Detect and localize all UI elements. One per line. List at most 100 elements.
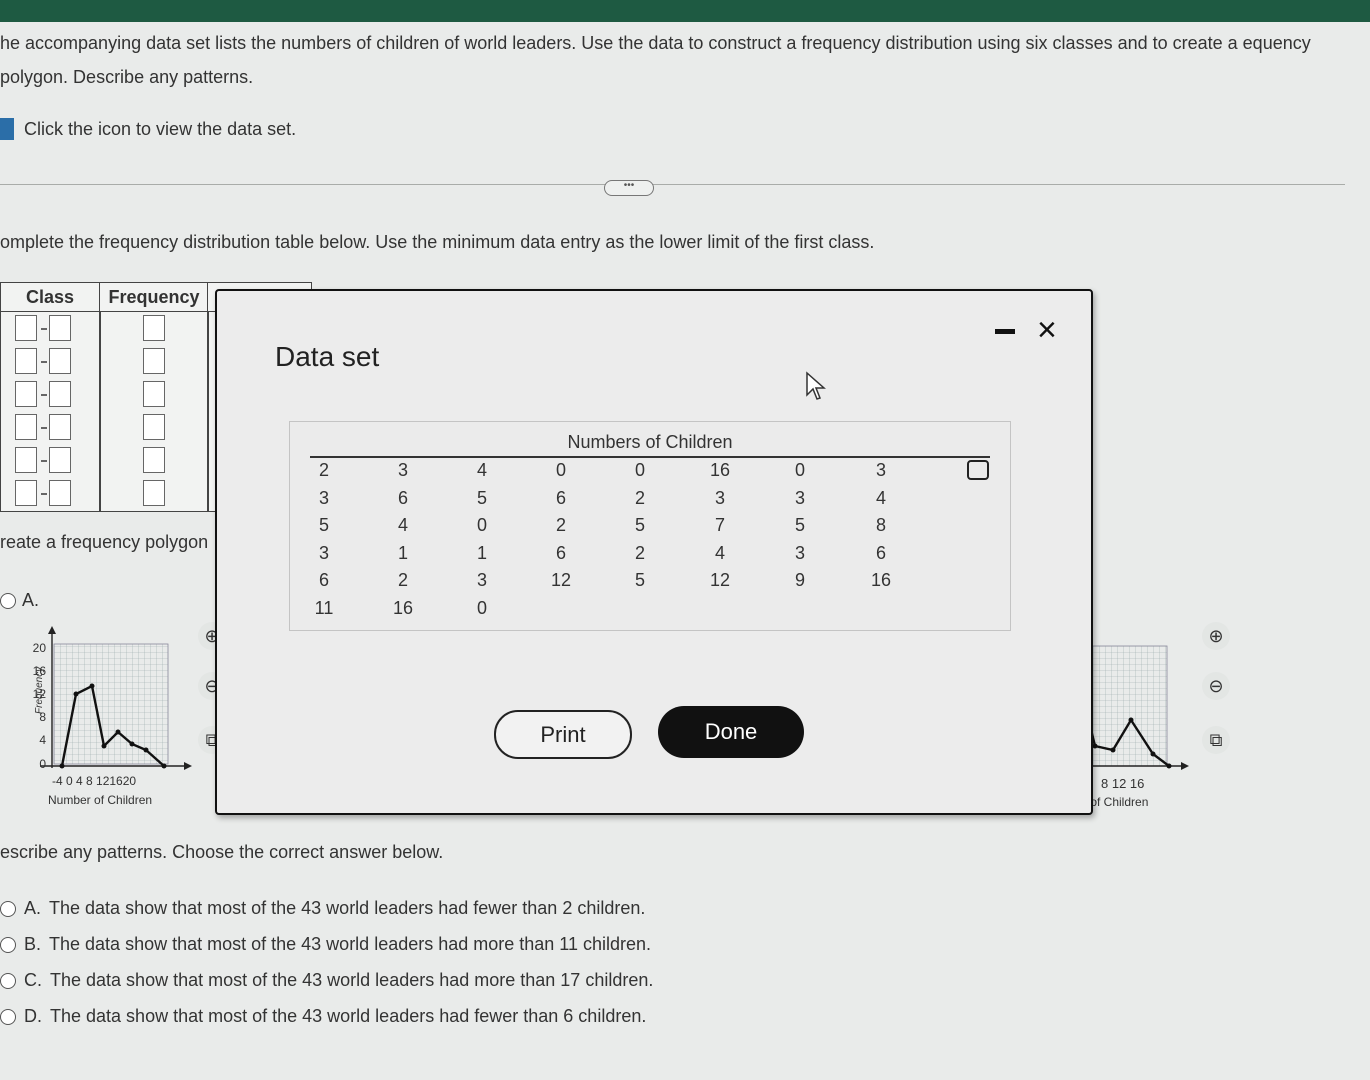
frequency-input[interactable] — [143, 348, 165, 374]
question-prompt: he accompanying data set lists the numbe… — [0, 33, 1311, 87]
class-upper-limit-input[interactable] — [49, 447, 71, 473]
answer-option[interactable]: D. The data show that most of the 43 worl… — [0, 1006, 646, 1027]
answer-text: The data show that most of the 43 world … — [49, 934, 652, 954]
data-table-rule — [310, 456, 990, 458]
data-cell: 6 — [397, 487, 408, 508]
radio-button[interactable] — [0, 592, 16, 609]
class-upper-limit-input[interactable] — [49, 414, 71, 440]
class-header: Class — [1, 283, 100, 312]
done-button[interactable]: Done — [658, 706, 804, 758]
range-dash — [41, 328, 47, 330]
mouse-cursor-icon — [806, 371, 826, 400]
answer-letter: B. — [24, 934, 42, 954]
answer-text: The data show that most of the 43 world … — [50, 970, 654, 990]
frequency-input[interactable] — [143, 315, 165, 341]
instruction-text: omplete the frequency distribution table… — [0, 232, 875, 252]
frequency-polygon-option-a[interactable]: Frequency 20 16 12 8 4 0 -4 0 4 8 121620… — [0, 622, 200, 812]
data-cell: 0 — [794, 460, 805, 480]
x-axis-label: Number of Children — [48, 793, 152, 807]
frequency-input[interactable] — [143, 480, 165, 506]
data-cell: 6 — [555, 487, 566, 508]
frequency-polygon-option-d[interactable]: 8 12 16 r of Children — [1075, 640, 1195, 810]
answer-text: The data show that most of the 43 world … — [49, 898, 646, 918]
graph-option-a-label: A. — [22, 590, 40, 610]
table-icon[interactable] — [0, 118, 14, 140]
data-cell: 3 — [794, 487, 805, 508]
y-tick-label: 0 — [39, 757, 46, 771]
data-cell: 6 — [555, 542, 566, 563]
class-upper-limit-input[interactable] — [49, 348, 71, 374]
data-cell: 8 — [875, 515, 886, 535]
zoom-in-icon[interactable]: ⊕ — [1202, 622, 1230, 650]
data-table-caption: Numbers of Children — [567, 432, 733, 452]
data-cell: 5 — [318, 515, 329, 535]
radio-button[interactable] — [0, 1008, 16, 1025]
data-cell: 2 — [634, 542, 645, 563]
class-upper-limit-input[interactable] — [49, 381, 71, 407]
class-lower-limit-input[interactable] — [15, 381, 37, 407]
view-data-label[interactable]: Click the icon to view the data set. — [24, 119, 296, 140]
answer-letter: D. — [24, 1006, 42, 1026]
data-cell: 16 — [709, 460, 731, 480]
close-button[interactable]: × — [1037, 311, 1057, 350]
print-button[interactable]: Print — [494, 710, 632, 759]
radio-button[interactable] — [0, 936, 16, 953]
class-lower-limit-input[interactable] — [15, 315, 37, 341]
y-tick-label: 16 — [33, 664, 47, 678]
answer-letter: C. — [24, 970, 42, 990]
data-cell: 12 — [550, 570, 572, 590]
frequency-input[interactable] — [143, 414, 165, 440]
data-cell: 12 — [709, 570, 731, 590]
range-dash — [41, 460, 47, 462]
class-lower-limit-input[interactable] — [15, 348, 37, 374]
class-lower-limit-input[interactable] — [15, 480, 37, 506]
data-cell: 2 — [555, 515, 566, 535]
answer-option[interactable]: C. The data show that most of the 43 worl… — [0, 970, 653, 991]
data-cell: 3 — [318, 542, 329, 563]
polygon-instruction: reate a frequency polygon — [0, 532, 209, 552]
data-cell: 3 — [397, 460, 408, 480]
data-cell: 6 — [318, 570, 329, 590]
data-cell: 3 — [476, 570, 487, 590]
answer-option[interactable]: A. The data show that most of the 43 worl… — [0, 898, 645, 919]
data-cell: 3 — [794, 542, 805, 563]
answer-option[interactable]: B. The data show that most of the 43 worl… — [0, 934, 651, 955]
column-divider — [207, 311, 209, 511]
frequency-input[interactable] — [143, 381, 165, 407]
class-upper-limit-input[interactable] — [49, 480, 71, 506]
data-table: Numbers of Children 2 3 5 3 6 11 3 6 4 1 2 16 4 5 0 1 3 0… — [289, 421, 1011, 631]
data-cell: 3 — [714, 487, 725, 508]
range-dash — [41, 394, 47, 396]
class-upper-limit-input[interactable] — [49, 315, 71, 341]
view-data-link[interactable]: Click the icon to view the data set. — [0, 118, 296, 140]
minimize-button[interactable] — [995, 329, 1015, 334]
zoom-out-icon[interactable]: ⊖ — [1202, 672, 1230, 700]
graph-option-a[interactable]: A. — [0, 590, 39, 611]
data-cell: 7 — [714, 515, 725, 535]
data-cell: 2 — [318, 460, 329, 480]
radio-button[interactable] — [0, 900, 16, 917]
data-cell: 16 — [870, 570, 892, 590]
data-cell: 6 — [875, 542, 886, 563]
frequency-header: Frequency — [101, 283, 208, 312]
data-cell: 5 — [476, 487, 487, 508]
copy-icon[interactable] — [967, 460, 989, 480]
dialog-title: Data set — [275, 341, 380, 372]
data-cell: 5 — [794, 515, 805, 535]
expand-button[interactable]: ••• — [604, 180, 654, 196]
column-divider — [99, 311, 101, 511]
y-tick-label: 8 — [39, 710, 46, 724]
popout-icon[interactable]: ⧉ — [1202, 726, 1230, 754]
data-cell: 1 — [476, 542, 487, 563]
class-lower-limit-input[interactable] — [15, 447, 37, 473]
x-tick-labels: -4 0 4 8 121620 — [52, 774, 136, 788]
top-bar — [0, 0, 1370, 22]
data-set-dialog: Data set × Numbers of Children 2 3 5 3 6 11 3 6… — [215, 289, 1093, 815]
radio-button[interactable] — [0, 972, 16, 989]
data-cell: 5 — [634, 570, 645, 590]
class-lower-limit-input[interactable] — [15, 414, 37, 440]
frequency-input[interactable] — [143, 447, 165, 473]
data-cell: 0 — [634, 460, 645, 480]
divider — [0, 184, 1345, 185]
data-cell: 2 — [397, 570, 408, 590]
